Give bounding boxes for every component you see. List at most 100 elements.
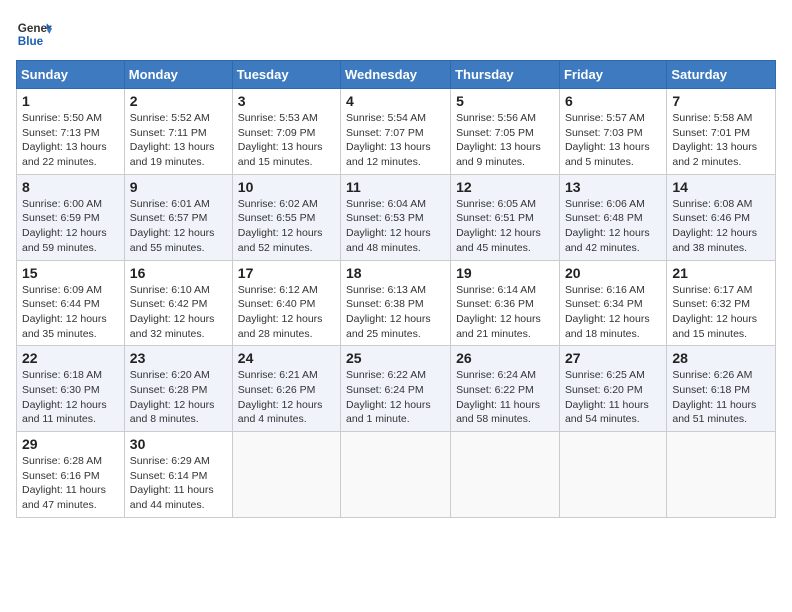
day-info: Sunrise: 6:12 AMSunset: 6:40 PMDaylight:… — [238, 283, 335, 342]
calendar-week-row: 15 Sunrise: 6:09 AMSunset: 6:44 PMDayligh… — [17, 260, 776, 346]
calendar-cell: 14Sunrise: 6:08 AMSunset: 6:46 PMDayligh… — [667, 174, 776, 260]
day-info: Sunrise: 6:01 AMSunset: 6:57 PMDaylight:… — [130, 197, 227, 256]
calendar-week-row: 22 Sunrise: 6:18 AMSunset: 6:30 PMDayligh… — [17, 346, 776, 432]
svg-text:Blue: Blue — [18, 35, 44, 48]
day-info: Sunrise: 6:10 AMSunset: 6:42 PMDaylight:… — [130, 283, 227, 342]
calendar-cell — [232, 432, 340, 518]
day-info: Sunrise: 5:50 AMSunset: 7:13 PMDaylight:… — [22, 111, 119, 170]
day-info: Sunrise: 6:06 AMSunset: 6:48 PMDaylight:… — [565, 197, 661, 256]
calendar-cell: 10 Sunrise: 6:02 AMSunset: 6:55 PMDayligh… — [232, 174, 340, 260]
day-info: Sunrise: 6:25 AMSunset: 6:20 PMDaylight:… — [565, 368, 661, 427]
day-number: 28 — [672, 350, 770, 366]
day-number: 30 — [130, 436, 227, 452]
calendar-cell: 15 Sunrise: 6:09 AMSunset: 6:44 PMDayligh… — [17, 260, 125, 346]
day-info: Sunrise: 6:04 AMSunset: 6:53 PMDaylight:… — [346, 197, 445, 256]
calendar-week-row: 1 Sunrise: 5:50 AMSunset: 7:13 PMDaylight… — [17, 89, 776, 175]
calendar-cell — [559, 432, 666, 518]
day-number: 6 — [565, 93, 661, 109]
day-number: 10 — [238, 179, 335, 195]
calendar-cell — [341, 432, 451, 518]
header-wednesday: Wednesday — [341, 61, 451, 89]
day-number: 17 — [238, 265, 335, 281]
day-number: 4 — [346, 93, 445, 109]
day-number: 27 — [565, 350, 661, 366]
calendar-cell: 18Sunrise: 6:13 AMSunset: 6:38 PMDayligh… — [341, 260, 451, 346]
calendar-cell: 26 Sunrise: 6:24 AMSunset: 6:22 PMDayligh… — [451, 346, 560, 432]
calendar-cell: 6 Sunrise: 5:57 AMSunset: 7:03 PMDaylight… — [559, 89, 666, 175]
day-number: 21 — [672, 265, 770, 281]
calendar-cell: 21 Sunrise: 6:17 AMSunset: 6:32 PMDayligh… — [667, 260, 776, 346]
header-tuesday: Tuesday — [232, 61, 340, 89]
calendar-cell: 22 Sunrise: 6:18 AMSunset: 6:30 PMDayligh… — [17, 346, 125, 432]
day-info: Sunrise: 5:53 AMSunset: 7:09 PMDaylight:… — [238, 111, 335, 170]
header-sunday: Sunday — [17, 61, 125, 89]
day-info: Sunrise: 6:20 AMSunset: 6:28 PMDaylight:… — [130, 368, 227, 427]
day-info: Sunrise: 6:29 AMSunset: 6:14 PMDaylight:… — [130, 454, 227, 513]
header-monday: Monday — [124, 61, 232, 89]
day-info: Sunrise: 6:17 AMSunset: 6:32 PMDaylight:… — [672, 283, 770, 342]
calendar-cell: 24 Sunrise: 6:21 AMSunset: 6:26 PMDayligh… — [232, 346, 340, 432]
day-number: 24 — [238, 350, 335, 366]
calendar-cell: 4 Sunrise: 5:54 AMSunset: 7:07 PMDaylight… — [341, 89, 451, 175]
day-number: 1 — [22, 93, 119, 109]
day-number: 9 — [130, 179, 227, 195]
day-number: 3 — [238, 93, 335, 109]
calendar-cell: 28 Sunrise: 6:26 AMSunset: 6:18 PMDayligh… — [667, 346, 776, 432]
calendar-cell: 7Sunrise: 5:58 AMSunset: 7:01 PMDaylight… — [667, 89, 776, 175]
calendar-cell: 9 Sunrise: 6:01 AMSunset: 6:57 PMDaylight… — [124, 174, 232, 260]
day-number: 5 — [456, 93, 554, 109]
calendar-cell: 1 Sunrise: 5:50 AMSunset: 7:13 PMDaylight… — [17, 89, 125, 175]
day-info: Sunrise: 5:54 AMSunset: 7:07 PMDaylight:… — [346, 111, 445, 170]
day-info: Sunrise: 6:22 AMSunset: 6:24 PMDaylight:… — [346, 368, 445, 427]
calendar-cell: 12 Sunrise: 6:05 AMSunset: 6:51 PMDayligh… — [451, 174, 560, 260]
day-number: 19 — [456, 265, 554, 281]
day-info: Sunrise: 6:21 AMSunset: 6:26 PMDaylight:… — [238, 368, 335, 427]
calendar-header-row: SundayMondayTuesdayWednesdayThursdayFrid… — [17, 61, 776, 89]
day-number: 15 — [22, 265, 119, 281]
calendar-cell: 23 Sunrise: 6:20 AMSunset: 6:28 PMDayligh… — [124, 346, 232, 432]
calendar-cell: 8Sunrise: 6:00 AMSunset: 6:59 PMDaylight… — [17, 174, 125, 260]
day-info: Sunrise: 6:18 AMSunset: 6:30 PMDaylight:… — [22, 368, 119, 427]
day-number: 11 — [346, 179, 445, 195]
day-info: Sunrise: 6:09 AMSunset: 6:44 PMDaylight:… — [22, 283, 119, 342]
day-number: 23 — [130, 350, 227, 366]
header-friday: Friday — [559, 61, 666, 89]
day-number: 29 — [22, 436, 119, 452]
calendar-cell: 16 Sunrise: 6:10 AMSunset: 6:42 PMDayligh… — [124, 260, 232, 346]
calendar-cell: 13 Sunrise: 6:06 AMSunset: 6:48 PMDayligh… — [559, 174, 666, 260]
day-info: Sunrise: 5:56 AMSunset: 7:05 PMDaylight:… — [456, 111, 554, 170]
day-number: 8 — [22, 179, 119, 195]
day-info: Sunrise: 6:16 AMSunset: 6:34 PMDaylight:… — [565, 283, 661, 342]
day-number: 18 — [346, 265, 445, 281]
calendar-cell: 25 Sunrise: 6:22 AMSunset: 6:24 PMDayligh… — [341, 346, 451, 432]
day-number: 12 — [456, 179, 554, 195]
calendar-cell — [451, 432, 560, 518]
calendar-week-row: 29Sunrise: 6:28 AMSunset: 6:16 PMDayligh… — [17, 432, 776, 518]
calendar-cell: 30 Sunrise: 6:29 AMSunset: 6:14 PMDayligh… — [124, 432, 232, 518]
day-info: Sunrise: 6:02 AMSunset: 6:55 PMDaylight:… — [238, 197, 335, 256]
day-info: Sunrise: 6:08 AMSunset: 6:46 PMDaylight:… — [672, 197, 770, 256]
day-number: 16 — [130, 265, 227, 281]
calendar-cell: 5 Sunrise: 5:56 AMSunset: 7:05 PMDaylight… — [451, 89, 560, 175]
header-thursday: Thursday — [451, 61, 560, 89]
day-info: Sunrise: 5:57 AMSunset: 7:03 PMDaylight:… — [565, 111, 661, 170]
day-number: 13 — [565, 179, 661, 195]
day-number: 26 — [456, 350, 554, 366]
day-number: 25 — [346, 350, 445, 366]
calendar-cell: 20Sunrise: 6:16 AMSunset: 6:34 PMDayligh… — [559, 260, 666, 346]
header-saturday: Saturday — [667, 61, 776, 89]
calendar-cell: 2Sunrise: 5:52 AMSunset: 7:11 PMDaylight… — [124, 89, 232, 175]
day-info: Sunrise: 5:58 AMSunset: 7:01 PMDaylight:… — [672, 111, 770, 170]
day-info: Sunrise: 6:05 AMSunset: 6:51 PMDaylight:… — [456, 197, 554, 256]
calendar-table: SundayMondayTuesdayWednesdayThursdayFrid… — [16, 60, 776, 518]
day-info: Sunrise: 6:26 AMSunset: 6:18 PMDaylight:… — [672, 368, 770, 427]
calendar-cell: 3 Sunrise: 5:53 AMSunset: 7:09 PMDaylight… — [232, 89, 340, 175]
calendar-week-row: 8Sunrise: 6:00 AMSunset: 6:59 PMDaylight… — [17, 174, 776, 260]
calendar-cell: 17 Sunrise: 6:12 AMSunset: 6:40 PMDayligh… — [232, 260, 340, 346]
day-info: Sunrise: 6:24 AMSunset: 6:22 PMDaylight:… — [456, 368, 554, 427]
header: General Blue — [16, 16, 776, 52]
logo-icon: General Blue — [16, 16, 52, 52]
day-number: 22 — [22, 350, 119, 366]
calendar-cell: 19Sunrise: 6:14 AMSunset: 6:36 PMDayligh… — [451, 260, 560, 346]
logo: General Blue — [16, 16, 52, 52]
